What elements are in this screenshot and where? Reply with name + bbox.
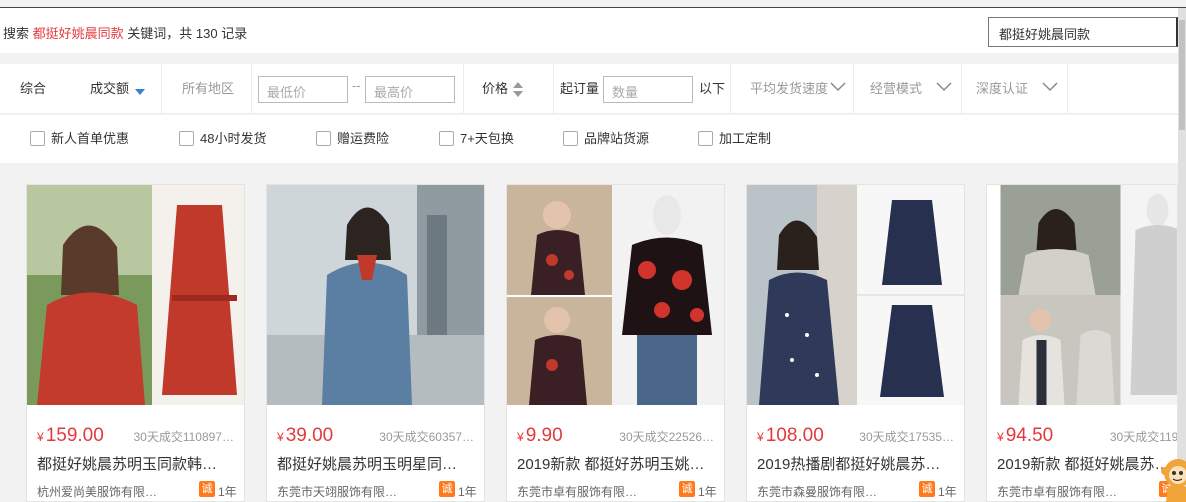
- product-image[interactable]: [27, 185, 245, 405]
- price-max-input[interactable]: 最高价: [365, 76, 455, 103]
- sort-price[interactable]: 价格: [482, 64, 508, 114]
- product-image[interactable]: [987, 185, 1178, 405]
- product-image[interactable]: [267, 185, 485, 405]
- product-sales: 30天成交17535…: [859, 430, 954, 444]
- option-label: 7+天包换: [460, 131, 514, 146]
- quantity-input[interactable]: 数量: [603, 76, 693, 103]
- integrity-badge-icon: 诚: [919, 481, 935, 497]
- product-sales: 30天成交1193…: [1109, 430, 1178, 444]
- product-image[interactable]: [507, 185, 725, 405]
- product-title[interactable]: 都挺好姚晨苏明玉同款韩…: [37, 453, 237, 474]
- membership-years: 1年: [698, 485, 717, 499]
- option-label: 48小时发货: [200, 131, 267, 146]
- monkey-mascot-icon[interactable]: [1160, 455, 1186, 502]
- divider: [251, 64, 252, 114]
- region-filter[interactable]: 所有地区: [182, 64, 234, 114]
- shop-name[interactable]: 东莞市天翊服饰有限…: [277, 483, 397, 500]
- product-title[interactable]: 2019新款 都挺好苏明玉姚…: [517, 453, 717, 474]
- product-price: ¥94.50: [997, 425, 1054, 446]
- option-label: 新人首单优惠: [51, 131, 130, 146]
- product-title[interactable]: 都挺好姚晨苏明玉明星同…: [277, 453, 477, 474]
- shop-name[interactable]: 东莞市卓有服饰有限…: [517, 483, 637, 500]
- product-card[interactable]: ¥108.00 30天成交17535… 2019热播剧都挺好姚晨苏… 东莞市森曼…: [746, 184, 965, 502]
- membership-years: 1年: [458, 485, 477, 499]
- sort-volume[interactable]: 成交额: [90, 64, 146, 114]
- deep-cert-filter[interactable]: 深度认证: [976, 64, 1028, 114]
- option-brand-source[interactable]: 品牌站货源: [563, 130, 649, 148]
- search-summary: 搜索 都挺好姚晨同款 关键词，共 130 记录: [3, 23, 247, 42]
- shop-name[interactable]: 杭州爱尚美服饰有限…: [37, 483, 157, 500]
- sort-desc-icon: [135, 88, 146, 95]
- moq-label: 起订量: [560, 81, 600, 96]
- chevron-down-icon[interactable]: [830, 81, 846, 93]
- product-image[interactable]: [747, 185, 965, 405]
- divider: [730, 64, 731, 114]
- product-title[interactable]: 2019新款 都挺好姚晨苏…: [997, 453, 1177, 474]
- below-label: 以下: [699, 81, 726, 96]
- option-shipping-insurance[interactable]: 赠运费险: [316, 130, 389, 148]
- scrollbar-thumb[interactable]: [1179, 20, 1185, 130]
- ship-speed-filter[interactable]: 平均发货速度: [750, 64, 828, 114]
- checkbox[interactable]: [30, 131, 45, 146]
- product-card[interactable]: ¥9.90 30天成交22526… 2019新款 都挺好苏明玉姚… 东莞市卓有服…: [506, 184, 725, 502]
- price-min-input[interactable]: 最低价: [258, 76, 348, 103]
- product-title[interactable]: 2019热播剧都挺好姚晨苏…: [757, 453, 957, 474]
- search-keyword[interactable]: 都挺好姚晨同款: [33, 26, 124, 41]
- price-range-dash: --: [352, 78, 361, 93]
- option-custom-processing[interactable]: 加工定制: [698, 130, 771, 148]
- product-sales: 30天成交60357…: [379, 430, 474, 444]
- checkbox[interactable]: [439, 131, 454, 146]
- membership-years: 1年: [938, 485, 957, 499]
- product-price: ¥9.90: [517, 425, 563, 446]
- option-48h-ship[interactable]: 48小时发货: [179, 130, 266, 148]
- divider: [553, 64, 554, 114]
- divider: [161, 64, 162, 114]
- product-card[interactable]: ¥159.00 30天成交110897… 都挺好姚晨苏明玉同款韩… 杭州爱尚美服…: [26, 184, 245, 502]
- checkbox[interactable]: [698, 131, 713, 146]
- chevron-down-icon[interactable]: [936, 81, 952, 93]
- checkbox[interactable]: [316, 131, 331, 146]
- chevron-down-icon[interactable]: [1042, 81, 1058, 93]
- option-label: 加工定制: [719, 131, 772, 146]
- divider: [961, 64, 962, 114]
- service-options-bar: 新人首单优惠 48小时发货 赠运费险 7+天包换 品牌站货源 加工定制: [0, 115, 1178, 163]
- checkbox[interactable]: [179, 131, 194, 146]
- shop-name[interactable]: 东莞市卓有服饰有限…: [997, 483, 1117, 500]
- option-7day-exchange[interactable]: 7+天包换: [439, 130, 514, 148]
- membership-years: 1年: [218, 485, 237, 499]
- integrity-badge-icon: 诚: [199, 481, 215, 497]
- business-mode-filter[interactable]: 经营模式: [870, 64, 922, 114]
- search-summary-bar: 搜索 都挺好姚晨同款 关键词，共 130 记录 都挺好姚晨同款: [0, 8, 1186, 53]
- integrity-badge-icon: 诚: [439, 481, 455, 497]
- product-price: ¥108.00: [757, 425, 824, 446]
- sort-composite[interactable]: 综合: [20, 64, 46, 114]
- search-result-count: 关键词，共 130 记录: [127, 26, 248, 41]
- product-sales: 30天成交22526…: [619, 430, 714, 444]
- product-card[interactable]: ¥94.50 30天成交1193… 2019新款 都挺好姚晨苏… 东莞市卓有服饰…: [986, 184, 1178, 502]
- divider: [853, 64, 854, 114]
- shop-name[interactable]: 东莞市森曼服饰有限…: [757, 483, 877, 500]
- search-input[interactable]: 都挺好姚晨同款: [988, 17, 1178, 47]
- option-label: 品牌站货源: [584, 131, 650, 146]
- product-sales: 30天成交110897…: [133, 430, 234, 444]
- product-price: ¥39.00: [277, 425, 334, 446]
- product-card[interactable]: ¥39.00 30天成交60357… 都挺好姚晨苏明玉明星同… 东莞市天翊服饰有…: [266, 184, 485, 502]
- sort-filter-bar: 综合 成交额 所有地区 最低价 -- 最高价 价格 起订量 数量 以下 平均发货…: [0, 64, 1178, 114]
- option-new-user[interactable]: 新人首单优惠: [30, 130, 129, 148]
- sort-volume-label: 成交额: [90, 81, 130, 96]
- divider: [463, 64, 464, 114]
- integrity-badge-icon: 诚: [679, 481, 695, 497]
- divider: [1067, 64, 1068, 114]
- search-prefix: 搜索: [3, 26, 30, 41]
- product-price: ¥159.00: [37, 425, 104, 446]
- sort-updown-icon[interactable]: [513, 82, 523, 98]
- checkbox[interactable]: [563, 131, 578, 146]
- option-label: 赠运费险: [337, 131, 390, 146]
